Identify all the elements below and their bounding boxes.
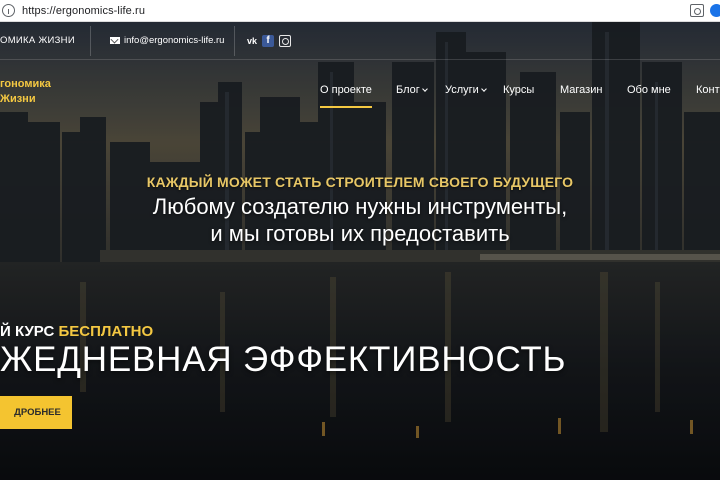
more-details-button[interactable]: ДРОБНЕЕ [0, 396, 72, 429]
course-label: Й КУРС БЕСПЛАТНО [0, 323, 153, 340]
course-prefix: Й КУРС [0, 323, 55, 340]
logo-line1: гономика [0, 78, 51, 90]
hero-section: ОМИКА ЖИЗНИ info@ergonomics-life.ru vk f… [0, 22, 720, 480]
email-link[interactable]: info@ergonomics-life.ru [124, 35, 224, 46]
nav-item-contacts[interactable]: Конт [696, 84, 720, 96]
vk-icon[interactable]: vk [246, 35, 258, 47]
mail-icon [110, 37, 120, 44]
chevron-down-icon [421, 86, 428, 92]
divider [90, 26, 91, 56]
hero-headline-line2: и мы готовы их предоставить [210, 221, 510, 246]
logo-line2: Жизни [0, 93, 36, 105]
camera-icon[interactable] [690, 4, 704, 17]
nav-item-shop[interactable]: Магазин [560, 84, 602, 96]
site-logo[interactable]: гономика Жизни [0, 77, 51, 107]
site-info-icon[interactable] [2, 4, 15, 17]
course-free-accent: БЕСПЛАТНО [58, 323, 154, 340]
nav-item-label: Блог [396, 84, 420, 96]
instagram-icon[interactable] [279, 35, 291, 47]
course-title: ЖЕДНЕВНАЯ ЭФФЕКТИВНОСТЬ [0, 340, 567, 379]
divider [234, 26, 235, 56]
topbar-brand[interactable]: ОМИКА ЖИЗНИ [0, 35, 75, 46]
nav-item-blog[interactable]: Блог [396, 84, 428, 96]
nav-item-courses[interactable]: Курсы [503, 84, 534, 96]
facebook-icon[interactable]: f [262, 35, 274, 47]
nav-item-services[interactable]: Услуги [445, 84, 487, 96]
address-bar[interactable]: https://ergonomics-life.ru [0, 0, 720, 22]
hero-tagline: КАЖДЫЙ МОЖЕТ СТАТЬ СТРОИТЕЛЕМ СВОЕГО БУД… [146, 174, 574, 190]
extension-icon[interactable] [710, 4, 720, 17]
nav-item-label: Услуги [445, 84, 479, 96]
chevron-down-icon [480, 86, 487, 92]
address-url[interactable]: https://ergonomics-life.ru [22, 5, 145, 17]
top-info-bar: ОМИКА ЖИЗНИ info@ergonomics-life.ru vk f [0, 22, 720, 60]
hero-headline-line1: Любому создателю нужны инструменты, [152, 194, 568, 219]
nav-item-about[interactable]: О проекте [320, 84, 372, 108]
nav-item-about-me[interactable]: Обо мне [627, 84, 671, 96]
